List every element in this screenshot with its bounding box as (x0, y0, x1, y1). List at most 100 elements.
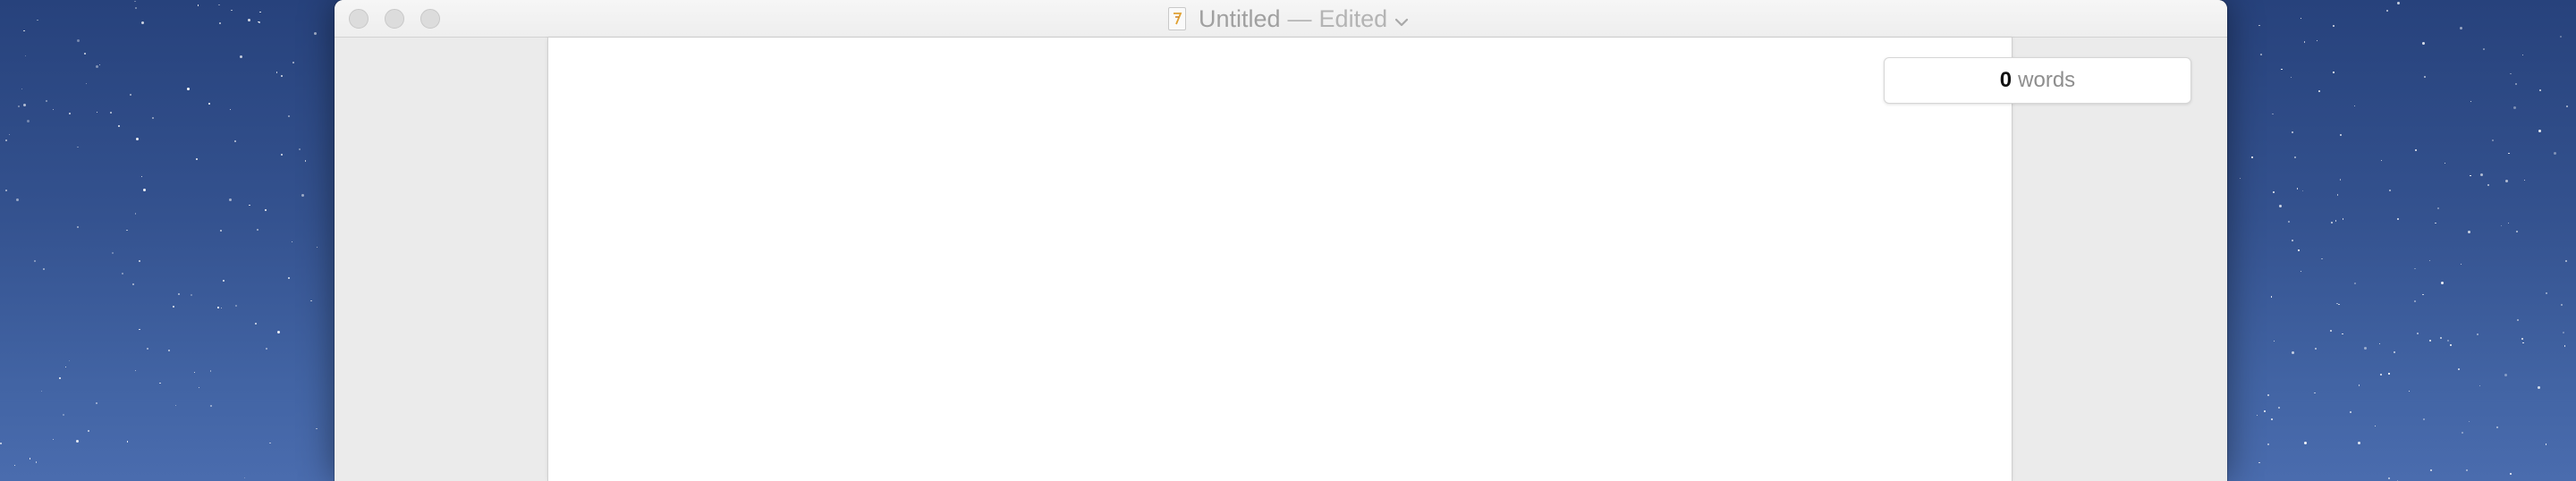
star (118, 125, 121, 128)
star (40, 390, 43, 392)
star (234, 139, 237, 142)
star (2318, 90, 2320, 92)
star (2338, 303, 2340, 305)
star (109, 111, 112, 114)
star (2358, 441, 2361, 444)
star (276, 330, 280, 333)
star (168, 349, 171, 351)
star (2330, 330, 2333, 333)
word-count-label: words (2018, 68, 2076, 92)
star (18, 105, 20, 107)
star (209, 370, 212, 372)
star (231, 9, 233, 12)
star (2364, 347, 2368, 350)
minimize-button[interactable] (385, 9, 404, 29)
title-bar[interactable]: Untitled — Edited (335, 0, 2227, 38)
star (2566, 105, 2569, 108)
star (2538, 386, 2541, 390)
star (2358, 384, 2360, 386)
star (223, 279, 225, 282)
document-window: Untitled — Edited 0 words (335, 0, 2227, 481)
star (304, 160, 307, 162)
title-separator: — (1287, 4, 1312, 32)
star (2397, 218, 2400, 221)
star (249, 205, 250, 207)
star (2387, 477, 2390, 480)
star (76, 225, 79, 228)
star (243, 477, 246, 478)
star (42, 267, 45, 270)
star (142, 189, 146, 192)
star (2297, 188, 2299, 190)
star (2430, 468, 2433, 471)
star (2267, 394, 2269, 397)
star (2496, 426, 2498, 428)
star (2378, 342, 2381, 345)
star (15, 198, 19, 202)
star (2298, 249, 2300, 251)
star (135, 138, 139, 141)
window-title[interactable]: Untitled — Edited (1168, 0, 1409, 38)
star (88, 430, 90, 433)
star (132, 283, 135, 286)
star (2468, 420, 2470, 423)
star (287, 114, 290, 117)
star (172, 305, 174, 308)
star (2487, 183, 2489, 186)
star (316, 247, 318, 249)
star (2340, 179, 2342, 181)
star (2349, 410, 2351, 413)
star (2523, 179, 2526, 181)
star (218, 21, 221, 24)
star (2500, 224, 2503, 227)
document-page[interactable] (547, 38, 2012, 481)
star (24, 55, 27, 56)
star (22, 104, 26, 107)
star (2538, 130, 2541, 133)
star (139, 259, 141, 262)
star (2291, 240, 2293, 242)
word-count-value: 0 (1999, 68, 2012, 92)
star (126, 229, 128, 232)
star (2470, 100, 2472, 103)
star (177, 293, 180, 296)
close-button[interactable] (349, 9, 369, 29)
star (35, 461, 38, 463)
chevron-down-icon[interactable] (1394, 6, 1409, 34)
star (2441, 281, 2445, 284)
star (5, 139, 8, 141)
star (2461, 432, 2463, 435)
star (316, 427, 318, 430)
star (84, 53, 87, 55)
star (187, 87, 191, 90)
star (2423, 75, 2426, 78)
star (228, 198, 232, 201)
star (2388, 373, 2390, 375)
star (2292, 350, 2295, 354)
word-count-badge[interactable]: 0 words (1884, 57, 2191, 104)
star (2509, 473, 2512, 476)
star (141, 175, 143, 177)
document-area: 0 words (335, 38, 2227, 481)
zoom-button[interactable] (420, 9, 440, 29)
star (77, 146, 79, 148)
star (2554, 151, 2557, 155)
star (2491, 139, 2494, 142)
star (2459, 27, 2462, 30)
star (2294, 156, 2297, 158)
star (68, 360, 71, 362)
star (195, 157, 198, 160)
star (2504, 180, 2508, 183)
star (2422, 41, 2426, 45)
star (2440, 336, 2443, 339)
star (301, 194, 305, 198)
star (135, 7, 138, 10)
star (53, 439, 55, 441)
star (2516, 230, 2519, 232)
star (141, 21, 145, 24)
star (265, 347, 267, 350)
star (2342, 333, 2343, 335)
star (2467, 230, 2470, 233)
star (288, 276, 291, 279)
star (2274, 341, 2275, 342)
